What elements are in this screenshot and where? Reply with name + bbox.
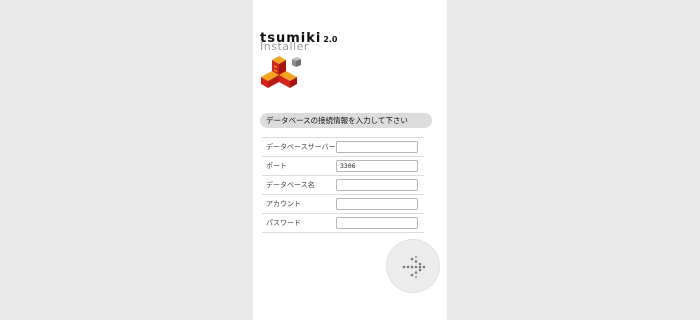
account-input[interactable] [336,198,418,210]
brand-version: 2.0 [323,35,338,44]
password-label: パスワード [266,219,301,227]
installer-page: tsumiki 2.0 Installer データベースの接続情報を入力して下さい… [253,0,447,320]
form-row-db-name: データベース名 [262,176,424,195]
db-server-input[interactable] [336,141,418,153]
form-row-db-server: データベースサーバー [262,138,424,157]
tsumiki-logo-icon [261,56,301,88]
form-row-account: アカウント [262,195,424,214]
db-connection-form: データベースサーバー ポート データベース名 アカウント パスワード [262,137,424,233]
installer-subtitle: Installer [260,40,309,53]
form-row-password: パスワード [262,214,424,233]
password-input[interactable] [336,217,418,229]
db-server-label: データベースサーバー [266,143,336,151]
port-label: ポート [266,162,287,170]
db-name-label: データベース名 [266,181,315,189]
db-name-input[interactable] [336,179,418,191]
next-button[interactable] [386,239,440,293]
port-input[interactable] [336,160,418,172]
dotted-arrow-right-icon [402,255,426,279]
section-title: データベースの接続情報を入力して下さい [260,113,432,128]
form-row-port: ポート [262,157,424,176]
account-label: アカウント [266,200,301,208]
